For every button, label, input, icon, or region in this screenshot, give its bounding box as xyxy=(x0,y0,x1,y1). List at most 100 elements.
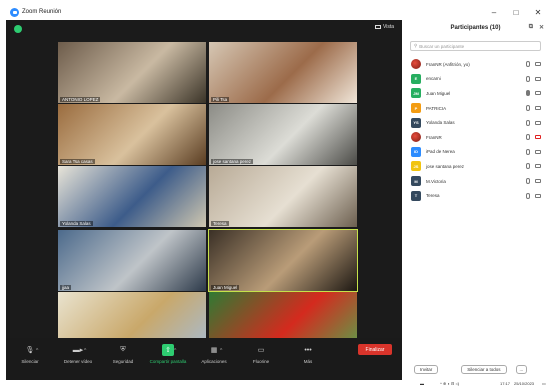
participant-status-icons xyxy=(526,75,541,82)
video-tile[interactable]: Pili Tsa xyxy=(209,42,357,103)
video-tile[interactable]: Yolanda Salas xyxy=(58,166,206,227)
participant-row[interactable]: T Teresa xyxy=(402,188,549,203)
toolbar-button-label: Compartir pantalla xyxy=(149,359,187,364)
chevron-up-icon[interactable]: ^ xyxy=(174,348,176,354)
video-tile[interactable]: ANTONIO LOPEZ xyxy=(58,42,206,103)
microphone-icon xyxy=(526,90,530,97)
participant-row[interactable]: M M.Victoria xyxy=(402,174,549,189)
video-camera-icon xyxy=(535,62,541,67)
video-tile[interactable]: jjaa xyxy=(58,230,206,291)
participants-footer: Invitar Silenciar a todos ... xyxy=(402,358,549,380)
participant-name-label: Teresa xyxy=(211,221,229,226)
participants-title: Participantes (10) xyxy=(450,25,501,31)
toolbar-button[interactable]: ▭ Fluorine xyxy=(237,344,285,364)
participant-status-icons xyxy=(526,148,541,155)
avatar: YS xyxy=(411,117,421,128)
toolbar-button-label: Detener vídeo xyxy=(63,359,93,364)
search-icon: ⚲ xyxy=(414,43,418,48)
participant-name: FranNR xyxy=(426,134,442,140)
microphone-icon xyxy=(526,148,530,155)
video-camera-icon xyxy=(535,120,541,125)
taskbar-app-icon[interactable]: ▬ xyxy=(420,381,424,386)
participant-name: Juan Miguel xyxy=(426,90,451,96)
toolbar-button[interactable]: ▬▸ Detener vídeo xyxy=(54,344,102,364)
avatar: M xyxy=(411,176,421,187)
monitor-icon: ▭ xyxy=(257,347,265,354)
maximize-button[interactable]: □ xyxy=(505,4,527,20)
taskbar-date: 25/10/2023 xyxy=(514,381,535,386)
microphone-icon xyxy=(526,192,530,199)
participant-name-label: jjaa xyxy=(60,285,72,290)
zoom-window: Zoom Reunión – □ ✕ Vista ANTONIO LOPEZ Pi… xyxy=(6,4,549,380)
toolbar-button[interactable]: ▦ Aplicaciones xyxy=(190,344,238,364)
avatar: T xyxy=(411,190,421,201)
microphone-icon xyxy=(526,178,530,185)
microphone-icon xyxy=(526,119,530,126)
avatar xyxy=(411,132,421,143)
close-panel-icon[interactable]: ✕ xyxy=(539,24,544,31)
participant-list: FranNR (Anfitrión, yo) Eencarni JM Juan Mig… xyxy=(402,57,549,203)
chevron-up-icon[interactable]: ^ xyxy=(36,348,38,354)
taskbar-time: 17:17 xyxy=(500,381,511,386)
toolbar-button-label: Aplicaciones xyxy=(201,359,227,364)
system-tray-icons[interactable]: ^ ⊕ ◖ ⊟ ◁ᵢ xyxy=(440,381,459,386)
video-camera-icon xyxy=(535,193,541,198)
participant-name: Yolanda Salas xyxy=(426,120,455,126)
participant-name: Teresa xyxy=(426,193,440,199)
participant-row[interactable]: FranNR xyxy=(402,130,549,145)
encryption-shield-icon[interactable] xyxy=(14,25,22,33)
participant-row[interactable]: FranNR (Anfitrión, yo) xyxy=(402,57,549,72)
microphone-icon: 🎙 xyxy=(25,347,35,354)
participant-row[interactable]: JM Juan Miguel xyxy=(402,86,549,101)
meeting-toolbar: 🎙 Silenciar ^ ▬▸ Detener vídeo ^ ⛨ Seguridad ⇧ Co… xyxy=(6,338,402,380)
participant-name-label: ANTONIO LOPEZ xyxy=(60,97,101,102)
microphone-icon xyxy=(526,134,530,141)
video-gallery: Vista ANTONIO LOPEZ Pili Tsa Sara Tsa casa… xyxy=(6,20,402,380)
toolbar-button-label: Fluorine xyxy=(252,359,270,364)
chevron-up-icon[interactable]: ^ xyxy=(220,348,222,354)
participant-row[interactable]: ID iPad de Nerea xyxy=(402,145,549,160)
toolbar-button[interactable]: ⛨ Seguridad xyxy=(99,344,147,364)
avatar: JM xyxy=(411,88,421,99)
video-tile[interactable]: Sara Tsa casas xyxy=(58,104,206,165)
video-camera-icon xyxy=(535,135,541,140)
more-options-button[interactable]: ... xyxy=(515,364,528,374)
windows-taskbar: ▬ ^ ⊕ ◖ ⊟ ◁ᵢ 17:17 25/10/2023 ▭ xyxy=(0,380,555,388)
view-button[interactable]: Vista xyxy=(374,24,394,30)
invite-button[interactable]: Invitar xyxy=(414,364,439,374)
participant-name: iPad de Nerea xyxy=(426,149,455,155)
toolbar-button[interactable]: ••• Más xyxy=(284,344,332,365)
participant-name-label: Pili Tsa xyxy=(211,97,230,102)
participant-name: M.Victoria xyxy=(426,178,446,184)
window-controls: – □ ✕ xyxy=(483,4,549,20)
participant-row[interactable]: YS Yolanda Salas xyxy=(402,115,549,130)
close-button[interactable]: ✕ xyxy=(527,4,549,20)
participant-search-input[interactable]: ⚲ Buscar un participante xyxy=(410,41,541,51)
participant-row[interactable]: JS jose santana perez xyxy=(402,159,549,174)
notifications-icon[interactable]: ▭ xyxy=(542,381,546,386)
title-bar: Zoom Reunión – □ ✕ xyxy=(6,4,549,20)
microphone-icon xyxy=(526,105,530,112)
microphone-icon xyxy=(526,75,530,82)
video-camera-icon xyxy=(535,179,541,184)
microphone-icon xyxy=(526,163,530,170)
window-title: Zoom Reunión xyxy=(22,9,62,15)
participant-row[interactable]: Eencarni xyxy=(402,72,549,87)
video-camera-icon xyxy=(535,106,541,111)
participant-status-icons xyxy=(526,163,541,170)
toolbar-button[interactable]: ⇧ Compartir pantalla xyxy=(144,344,192,364)
avatar: JS xyxy=(411,161,421,172)
minimize-button[interactable]: – xyxy=(483,4,505,20)
chevron-up-icon[interactable]: ^ xyxy=(84,348,86,354)
video-tile[interactable]: Teresa xyxy=(209,166,357,227)
grid-view-icon xyxy=(374,25,381,29)
participant-row[interactable]: P PATRICIA xyxy=(402,101,549,116)
popout-icon[interactable]: ⧉ xyxy=(529,24,533,31)
mute-all-button[interactable]: Silenciar a todos xyxy=(461,364,507,374)
video-tile[interactable]: jose santana perez xyxy=(209,104,357,165)
participant-status-icons xyxy=(526,178,541,185)
video-tile[interactable]: Juan Miguel xyxy=(208,229,358,292)
toolbar-button[interactable]: 🎙 Silenciar xyxy=(6,344,54,364)
participant-name: FranNR (Anfitrión, yo) xyxy=(426,61,470,67)
end-meeting-button[interactable]: Finalizar xyxy=(358,344,392,355)
